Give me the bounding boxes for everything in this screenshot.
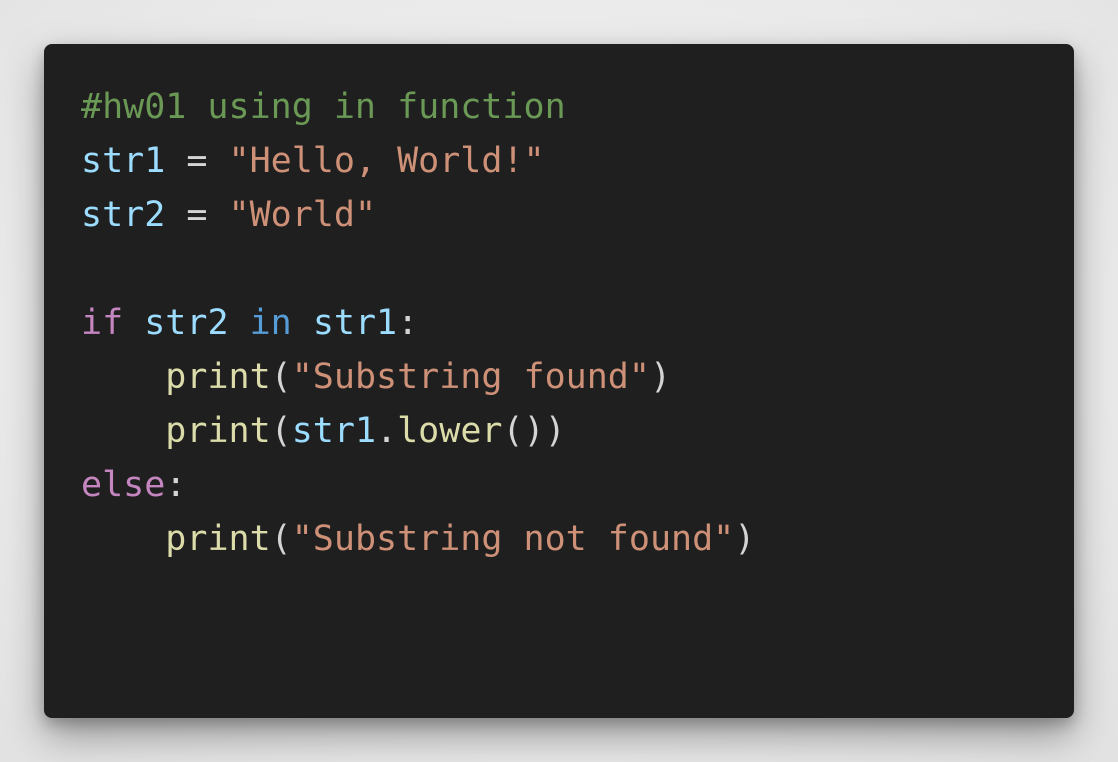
operator-token: =	[165, 141, 229, 181]
operator-keyword-token: in	[249, 303, 292, 343]
variable-token: str1	[291, 411, 377, 451]
method-token: lower	[397, 411, 503, 451]
punctuation-token: (	[270, 519, 292, 559]
punctuation-token: ())	[502, 411, 566, 451]
code-block: #hw01 using in function str1 = "Hello, Wo…	[81, 80, 755, 566]
code-line-7: print(str1.lower())	[81, 404, 755, 458]
variable-token: str2	[144, 303, 229, 343]
punctuation-token: (	[270, 411, 292, 451]
string-token: "Substring not found"	[291, 519, 735, 559]
string-token: "World"	[228, 195, 377, 235]
string-token: "Hello, World!"	[228, 141, 545, 181]
function-token: print	[165, 519, 271, 559]
function-token: print	[165, 411, 271, 451]
code-line-1: #hw01 using in function	[81, 80, 755, 134]
variable-token: str1	[81, 141, 166, 181]
operator-token: =	[165, 195, 229, 235]
code-line-5: if str2 in str1:	[81, 296, 755, 350]
punctuation-token: (	[270, 357, 292, 397]
keyword-token: if	[81, 303, 124, 343]
code-line-2: str1 = "Hello, World!"	[81, 134, 755, 188]
indent-token	[81, 519, 165, 559]
code-line-6: print("Substring found")	[81, 350, 755, 404]
code-line-4-blank	[81, 242, 755, 296]
code-line-3: str2 = "World"	[81, 188, 755, 242]
code-snippet-window: #hw01 using in function str1 = "Hello, Wo…	[44, 44, 1074, 718]
function-token: print	[165, 357, 271, 397]
string-token: "Substring found"	[291, 357, 650, 397]
code-line-8: else:	[81, 458, 755, 512]
code-line-9: print("Substring not found")	[81, 512, 755, 566]
variable-token: str1	[312, 303, 398, 343]
punctuation-token: )	[734, 519, 756, 559]
indent-token	[81, 411, 165, 451]
punctuation-token: )	[649, 357, 672, 397]
variable-token: str2	[81, 195, 166, 235]
punctuation-token: :	[397, 303, 419, 343]
punctuation-token: :	[165, 465, 187, 505]
punctuation-token: .	[376, 411, 398, 451]
keyword-token: else	[81, 465, 166, 505]
indent-token	[81, 357, 165, 397]
comment-token: #hw01 using in function	[81, 87, 566, 127]
